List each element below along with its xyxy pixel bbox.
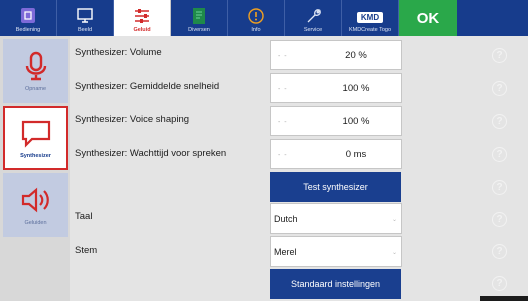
tab-bediening[interactable]: Bediening xyxy=(0,0,57,36)
tab-label: Service xyxy=(303,27,323,33)
voice-value: Merel xyxy=(274,246,297,257)
help-icon[interactable]: ? xyxy=(492,147,507,162)
bediening-icon xyxy=(21,8,35,23)
language-value: Dutch xyxy=(274,213,298,224)
tab-label: Bediening xyxy=(15,27,41,33)
speed-slider[interactable]: - - 100 % xyxy=(270,73,402,103)
sidebar-item-opname[interactable]: Opname xyxy=(3,39,68,103)
tab-beeld[interactable]: Beeld xyxy=(57,0,114,36)
speaker-icon xyxy=(21,187,49,213)
help-icon[interactable]: ? xyxy=(492,81,507,96)
top-navigation-bar: Bediening Beeld Geluid Diversen Info Ser… xyxy=(0,0,528,36)
voice-shaping-label: Synthesizer: Voice shaping xyxy=(75,114,190,125)
tab-diversen[interactable]: Diversen xyxy=(171,0,228,36)
volume-label: Synthesizer: Volume xyxy=(75,47,162,58)
tab-label: KMDCreate Togo xyxy=(348,27,392,33)
ok-button[interactable]: OK xyxy=(399,0,457,36)
sidebar-item-label: Opname xyxy=(24,86,47,92)
info-icon xyxy=(248,8,264,24)
sidebar-item-geluiden[interactable]: Geluiden xyxy=(3,173,68,237)
volume-slider[interactable]: - - 20 % xyxy=(270,40,402,70)
sidebar-item-label: Geluiden xyxy=(24,220,47,226)
help-icon[interactable]: ? xyxy=(492,244,507,259)
slider-track: - - xyxy=(278,53,288,60)
chevron-down-icon: ⌄ xyxy=(391,217,397,223)
help-icon[interactable]: ? xyxy=(492,276,507,291)
language-select[interactable]: Dutch ⌄ xyxy=(270,203,402,234)
kmd-logo: KMD xyxy=(356,12,384,23)
corner-bar xyxy=(480,296,528,301)
tab-geluid[interactable]: Geluid xyxy=(114,0,171,36)
slider-track: - - xyxy=(278,119,288,126)
sliders-icon xyxy=(135,9,149,23)
wait-time-label: Synthesizer: Wachttijd voor spreken xyxy=(75,148,227,159)
microphone-icon xyxy=(25,51,46,81)
wait-time-value: 0 ms xyxy=(345,149,367,160)
sidebar-item-label: Synthesizer xyxy=(20,153,51,159)
tab-kmdcreate-togo[interactable]: KMD KMDCreate Togo xyxy=(342,0,399,36)
voice-select[interactable]: Merel ⌄ xyxy=(270,236,402,267)
help-icon[interactable]: ? xyxy=(492,180,507,195)
tab-label: Info xyxy=(251,27,261,33)
help-icon[interactable]: ? xyxy=(492,48,507,63)
slider-track: - - xyxy=(278,86,288,93)
help-icon[interactable]: ? xyxy=(492,212,507,227)
wrench-icon xyxy=(307,9,321,23)
monitor-icon xyxy=(77,8,93,23)
default-settings-button[interactable]: Standaard instellingen xyxy=(270,269,401,299)
chevron-down-icon: ⌄ xyxy=(391,250,397,256)
tab-info[interactable]: Info xyxy=(228,0,285,36)
tab-label: Geluid xyxy=(133,27,151,33)
speed-label: Synthesizer: Gemiddelde snelheid xyxy=(75,81,220,92)
ok-label: OK xyxy=(416,9,440,27)
sidebar-item-synthesizer[interactable]: Synthesizer xyxy=(3,106,68,170)
slider-track: - - xyxy=(278,152,288,159)
sidebar: Opname Synthesizer Geluiden xyxy=(0,36,70,301)
test-synthesizer-button[interactable]: Test synthesizer xyxy=(270,172,401,202)
diversen-icon xyxy=(193,8,205,24)
voice-label: Stem xyxy=(75,245,98,256)
tab-service[interactable]: Service xyxy=(285,0,342,36)
speed-value: 100 % xyxy=(342,83,370,94)
tab-label: Beeld xyxy=(77,27,93,33)
tab-label: Diversen xyxy=(188,27,210,33)
volume-value: 20 % xyxy=(345,50,367,61)
voice-shaping-value: 100 % xyxy=(342,116,370,127)
wait-time-slider[interactable]: - - 0 ms xyxy=(270,139,402,169)
help-icon[interactable]: ? xyxy=(492,114,507,129)
speech-bubble-icon xyxy=(21,120,50,148)
voice-shaping-slider[interactable]: - - 100 % xyxy=(270,106,402,136)
language-label: Taal xyxy=(75,211,93,222)
